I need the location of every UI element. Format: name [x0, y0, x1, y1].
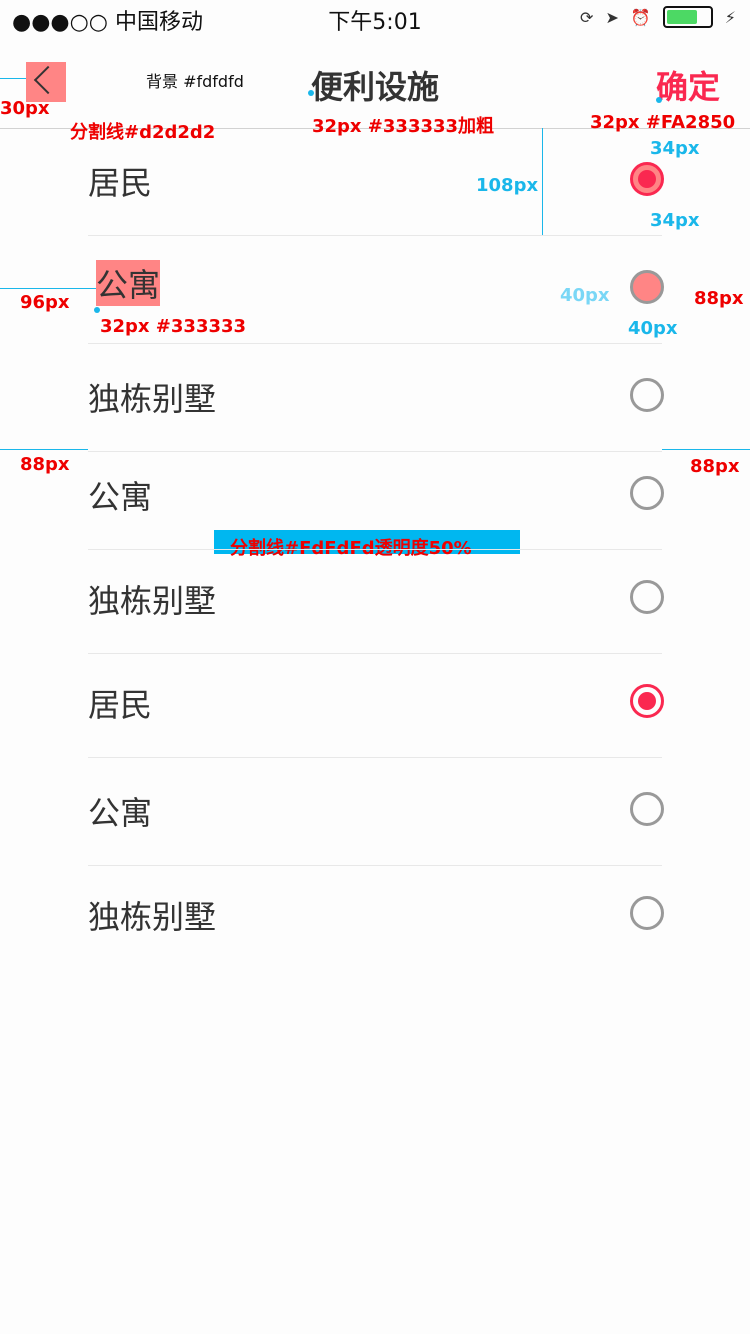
radio-unchecked-icon[interactable]	[630, 476, 664, 510]
charging-icon: ⚡	[724, 7, 736, 27]
guide-line	[0, 78, 26, 79]
list-item[interactable]: 独栋别墅	[0, 862, 750, 970]
guide-dot	[656, 97, 662, 103]
status-icons: ⟳ ➤ ⏰ ⚡	[580, 6, 736, 28]
page-title: 便利设施	[310, 68, 439, 106]
annotation-back-width: 30px	[0, 98, 50, 119]
radio-unchecked-icon[interactable]	[630, 378, 664, 412]
list-item-label: 公寓	[96, 260, 161, 306]
battery-icon	[662, 6, 713, 28]
list-item-label: 公寓	[88, 478, 153, 516]
location-icon: ➤	[605, 7, 619, 27]
confirm-button[interactable]: 确定	[656, 62, 720, 108]
radio-unchecked-icon[interactable]	[630, 580, 664, 614]
radio-checked-icon[interactable]	[630, 684, 664, 718]
radio-unchecked-icon[interactable]	[630, 270, 664, 304]
radio-unchecked-icon[interactable]	[630, 792, 664, 826]
list-item-label: 独栋别墅	[88, 582, 217, 620]
list-item-label: 独栋别墅	[88, 380, 217, 418]
list-item[interactable]: 居民	[0, 128, 750, 236]
list-item[interactable]: 公寓	[0, 236, 750, 344]
annotation-background: 背景 #fdfdfd	[146, 72, 244, 91]
list-item-label: 居民	[88, 686, 153, 724]
list-item[interactable]: 居民	[0, 650, 750, 758]
list-item[interactable]: 独栋别墅	[0, 344, 750, 452]
list-item-label: 公寓	[88, 794, 153, 832]
status-bar: ●●●○○ 中国移动 下午5:01 ⟳ ➤ ⏰ ⚡	[0, 0, 750, 40]
alarm-icon: ⏰	[630, 7, 651, 27]
list-item[interactable]: 独栋别墅	[0, 546, 750, 654]
list-item[interactable]: 公寓	[0, 442, 750, 550]
list-item-label: 居民	[88, 164, 153, 202]
list-item-label: 独栋别墅	[88, 898, 217, 936]
rotation-lock-icon: ⟳	[580, 7, 594, 27]
list-item[interactable]: 公寓	[0, 758, 750, 866]
guide-dot	[308, 90, 314, 96]
radio-checked-icon[interactable]	[630, 162, 664, 196]
radio-unchecked-icon[interactable]	[630, 896, 664, 930]
